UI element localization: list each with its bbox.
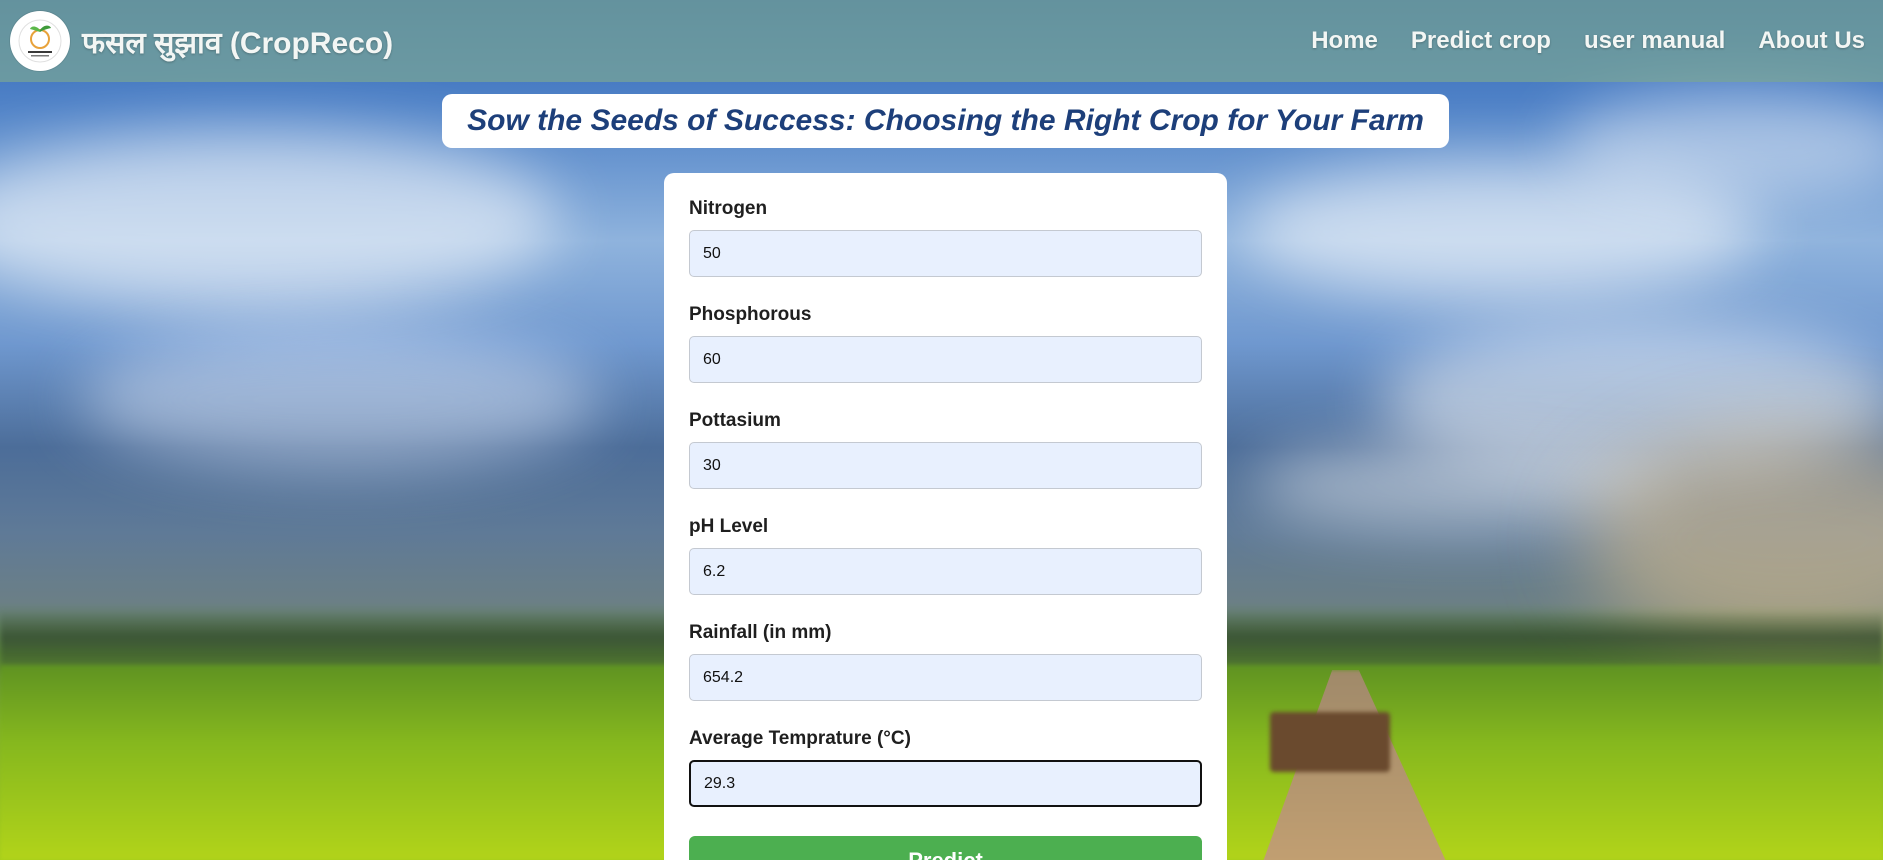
rainfall-group: Rainfall (in mm) xyxy=(689,621,1202,701)
headline-text: Sow the Seeds of Success: Choosing the R… xyxy=(467,104,1424,137)
potassium-input[interactable] xyxy=(689,442,1202,489)
background-cart xyxy=(1270,712,1390,772)
nitrogen-group: Nitrogen xyxy=(689,197,1202,277)
page: फसल सुझाव (CropReco) Home Predict crop u… xyxy=(0,0,1883,860)
rainfall-label: Rainfall (in mm) xyxy=(689,622,832,643)
nitrogen-input[interactable] xyxy=(689,230,1202,277)
nitrogen-label: Nitrogen xyxy=(689,198,768,219)
temperature-group: Average Temprature (°C) xyxy=(689,727,1202,807)
nav-user-manual-link[interactable]: user manual xyxy=(1584,27,1725,55)
phosphorous-label: Phosphorous xyxy=(689,304,812,325)
temperature-input[interactable] xyxy=(689,760,1202,807)
background-cloud xyxy=(80,330,600,470)
nav-predict-crop-link[interactable]: Predict crop xyxy=(1411,27,1551,55)
brand[interactable]: फसल सुझाव (CropReco) xyxy=(0,11,393,71)
ph-level-label: pH Level xyxy=(689,516,769,537)
ph-level-input[interactable] xyxy=(689,548,1202,595)
ph-level-group: pH Level xyxy=(689,515,1202,595)
crop-leaf-logo-icon[interactable] xyxy=(10,11,70,71)
temperature-label: Average Temprature (°C) xyxy=(689,728,911,749)
nav-home-link[interactable]: Home xyxy=(1311,27,1378,55)
potassium-group: Pottasium xyxy=(689,409,1202,489)
nav-about-us-link[interactable]: About Us xyxy=(1758,27,1865,55)
predict-button[interactable]: Predict xyxy=(689,836,1202,860)
phosphorous-group: Phosphorous xyxy=(689,303,1202,383)
main-nav: Home Predict crop user manual About Us xyxy=(1278,27,1883,55)
crop-input-form: Nitrogen Phosphorous Pottasium pH Level … xyxy=(664,173,1227,860)
headline-banner: Sow the Seeds of Success: Choosing the R… xyxy=(442,94,1449,148)
top-navbar: फसल सुझाव (CropReco) Home Predict crop u… xyxy=(0,0,1883,82)
rainfall-input[interactable] xyxy=(689,654,1202,701)
brand-title[interactable]: फसल सुझाव (CropReco) xyxy=(82,21,393,62)
background-cloud xyxy=(0,130,560,310)
logo-graphic xyxy=(18,19,62,63)
potassium-label: Pottasium xyxy=(689,410,781,431)
phosphorous-input[interactable] xyxy=(689,336,1202,383)
